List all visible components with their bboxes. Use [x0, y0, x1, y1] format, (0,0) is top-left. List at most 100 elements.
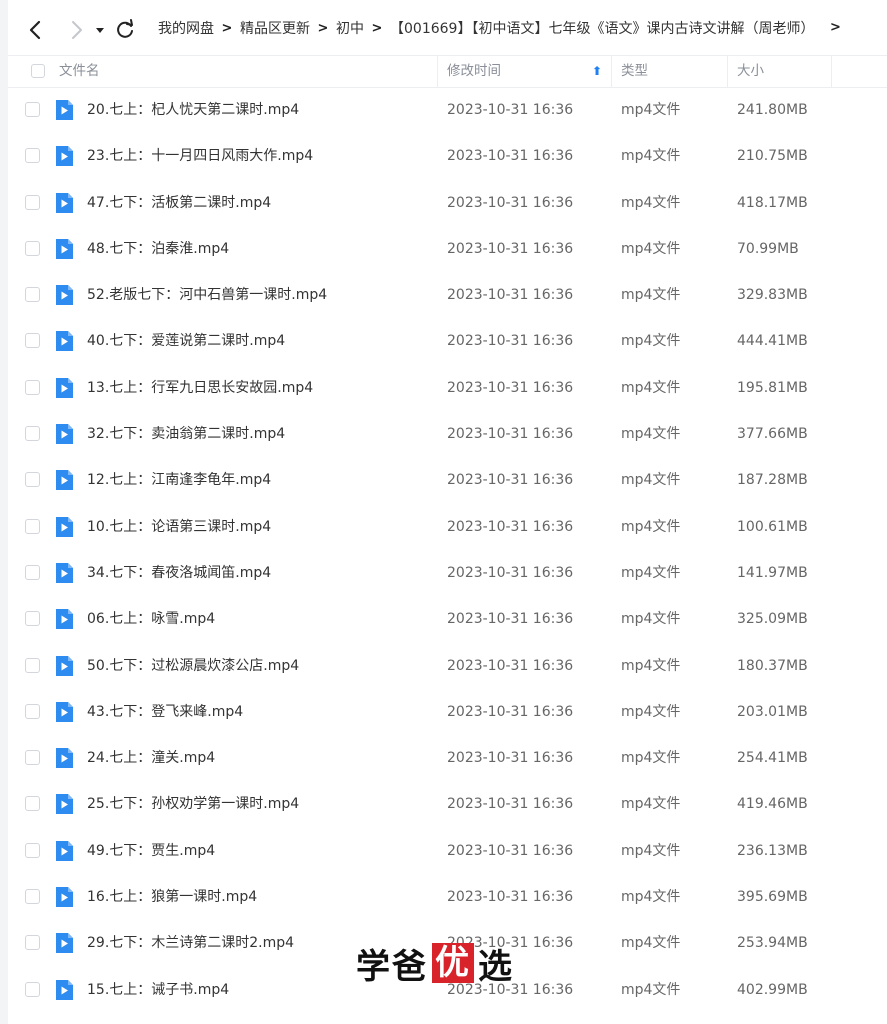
row-checkbox[interactable]	[25, 842, 40, 858]
video-file-icon	[56, 933, 73, 954]
file-row[interactable]: 25.七下：孙权劝学第一课时.mp4 2023-10-31 16:36 mp4文件 4…	[8, 781, 887, 827]
file-row[interactable]: 13.七上：行军九日思长安故园.mp4 2023-10-31 16:36 mp4文件…	[8, 365, 887, 411]
file-size: 254.41MB	[737, 750, 808, 767]
select-all-checkbox[interactable]	[31, 64, 45, 78]
file-name[interactable]: 29.七下：木兰诗第二课时2.mp4	[87, 920, 294, 966]
file-name[interactable]: 13.七上：行军九日思长安故园.mp4	[87, 365, 313, 411]
file-type: mp4文件	[621, 564, 681, 581]
row-checkbox[interactable]	[25, 148, 40, 164]
row-checkbox[interactable]	[25, 750, 40, 766]
file-name[interactable]: 43.七下：登飞来峰.mp4	[87, 689, 243, 735]
file-name[interactable]: 24.七上：潼关.mp4	[87, 735, 215, 781]
file-type: mp4文件	[621, 148, 681, 165]
file-type: mp4文件	[621, 703, 681, 720]
file-row[interactable]: 12.七上：江南逢李龟年.mp4 2023-10-31 16:36 mp4文件 187…	[8, 457, 887, 503]
file-name[interactable]: 20.七上：杞人忧天第二课时.mp4	[87, 87, 299, 133]
row-checkbox[interactable]	[25, 889, 40, 905]
row-checkbox[interactable]	[25, 240, 40, 256]
row-checkbox[interactable]	[25, 333, 40, 349]
file-type: mp4文件	[621, 796, 681, 813]
breadcrumb-item-current-folder[interactable]: 【001669】【初中语文】七年级《语文》课内古诗文讲解（周老师）	[390, 18, 814, 38]
breadcrumb-more-button[interactable]: >	[830, 20, 841, 35]
row-checkbox[interactable]	[25, 472, 40, 488]
history-dropdown-button[interactable]	[94, 22, 106, 38]
file-row[interactable]: 52.老版七下：河中石兽第一课时.mp4 2023-10-31 16:36 mp4文…	[8, 272, 887, 318]
file-type: mp4文件	[621, 426, 681, 443]
file-modified-time: 2023-10-31 16:36	[447, 472, 574, 489]
file-name[interactable]: 48.七下：泊秦淮.mp4	[87, 226, 229, 272]
file-row[interactable]: 16.七上：狼第一课时.mp4 2023-10-31 16:36 mp4文件 395.…	[8, 874, 887, 920]
video-file-icon	[56, 979, 73, 1000]
breadcrumb-item-featured[interactable]: 精品区更新	[240, 18, 310, 38]
row-checkbox[interactable]	[25, 611, 40, 627]
column-header-size[interactable]: 大小	[737, 56, 764, 87]
row-checkbox[interactable]	[25, 703, 40, 719]
row-checkbox[interactable]	[25, 379, 40, 395]
file-size: 444.41MB	[737, 333, 808, 350]
file-row[interactable]: 49.七下：贾生.mp4 2023-10-31 16:36 mp4文件 236.13M…	[8, 828, 887, 874]
row-checkbox[interactable]	[25, 935, 40, 951]
row-checkbox[interactable]	[25, 564, 40, 580]
video-file-icon	[56, 285, 73, 306]
file-row[interactable]: 24.七上：潼关.mp4 2023-10-31 16:36 mp4文件 254.41M…	[8, 735, 887, 781]
refresh-button[interactable]	[114, 18, 136, 40]
row-checkbox[interactable]	[25, 287, 40, 303]
back-button[interactable]	[24, 18, 48, 42]
column-header-name[interactable]: 文件名	[59, 56, 100, 87]
sort-ascending-icon[interactable]: ⬆	[592, 56, 602, 87]
video-file-icon	[56, 655, 73, 676]
video-file-icon	[56, 516, 73, 537]
file-name[interactable]: 47.七下：活板第二课时.mp4	[87, 180, 271, 226]
breadcrumb-separator: >	[221, 20, 233, 36]
file-name[interactable]: 15.七上：诫子书.mp4	[87, 967, 229, 1013]
file-size: 141.97MB	[737, 564, 808, 581]
file-name[interactable]: 50.七下：过松源晨炊漆公店.mp4	[87, 643, 299, 689]
file-modified-time: 2023-10-31 16:36	[447, 426, 574, 443]
file-row[interactable]: 47.七下：活板第二课时.mp4 2023-10-31 16:36 mp4文件 418…	[8, 180, 887, 226]
file-name[interactable]: 32.七下：卖油翁第二课时.mp4	[87, 411, 285, 457]
file-row[interactable]: 23.七上：十一月四日风雨大作.mp4 2023-10-31 16:36 mp4文件…	[8, 133, 887, 179]
file-name[interactable]: 40.七下：爱莲说第二课时.mp4	[87, 318, 285, 364]
file-row[interactable]: 43.七下：登飞来峰.mp4 2023-10-31 16:36 mp4文件 203.0…	[8, 689, 887, 735]
row-checkbox[interactable]	[25, 981, 40, 997]
column-header-type[interactable]: 类型	[621, 56, 648, 87]
watermark-logo: 学爸优选	[356, 942, 514, 987]
file-type: mp4文件	[621, 333, 681, 350]
navigation-bar: 我的网盘 > 精品区更新 > 初中 > 【001669】【初中语文】七年级《语文…	[8, 0, 887, 55]
file-name[interactable]: 49.七下：贾生.mp4	[87, 828, 215, 874]
file-name[interactable]: 23.七上：十一月四日风雨大作.mp4	[87, 133, 313, 179]
file-name[interactable]: 06.七上：咏雪.mp4	[87, 596, 215, 642]
file-row[interactable]: 06.七上：咏雪.mp4 2023-10-31 16:36 mp4文件 325.09M…	[8, 596, 887, 642]
file-name[interactable]: 25.七下：孙权劝学第一课时.mp4	[87, 781, 299, 827]
file-type: mp4文件	[621, 611, 681, 628]
file-type: mp4文件	[621, 518, 681, 535]
breadcrumb-item-my-drive[interactable]: 我的网盘	[158, 18, 214, 38]
row-checkbox[interactable]	[25, 102, 40, 117]
file-list-header: 文件名 修改时间 ⬆ 类型 大小	[8, 55, 887, 88]
file-row[interactable]: 10.七上：论语第三课时.mp4 2023-10-31 16:36 mp4文件 100…	[8, 504, 887, 550]
file-modified-time: 2023-10-31 16:36	[447, 102, 574, 118]
file-row[interactable]: 34.七下：春夜洛城闻笛.mp4 2023-10-31 16:36 mp4文件 141…	[8, 550, 887, 596]
file-name[interactable]: 10.七上：论语第三课时.mp4	[87, 504, 271, 550]
file-size: 377.66MB	[737, 426, 808, 443]
file-name[interactable]: 52.老版七下：河中石兽第一课时.mp4	[87, 272, 327, 318]
row-checkbox[interactable]	[25, 796, 40, 812]
column-header-modified[interactable]: 修改时间	[447, 56, 501, 87]
file-name[interactable]: 12.七上：江南逢李龟年.mp4	[87, 457, 271, 503]
caret-down-icon	[96, 28, 104, 33]
row-checkbox[interactable]	[25, 518, 40, 534]
file-row[interactable]: 48.七下：泊秦淮.mp4 2023-10-31 16:36 mp4文件 70.99M…	[8, 226, 887, 272]
file-row[interactable]: 32.七下：卖油翁第二课时.mp4 2023-10-31 16:36 mp4文件 37…	[8, 411, 887, 457]
file-row[interactable]: 40.七下：爱莲说第二课时.mp4 2023-10-31 16:36 mp4文件 44…	[8, 318, 887, 364]
row-checkbox[interactable]	[25, 426, 40, 442]
file-row[interactable]: 20.七上：杞人忧天第二课时.mp4 2023-10-31 16:36 mp4文件 2…	[8, 87, 887, 133]
file-name[interactable]: 16.七上：狼第一课时.mp4	[87, 874, 257, 920]
file-row[interactable]: 50.七下：过松源晨炊漆公店.mp4 2023-10-31 16:36 mp4文件 1…	[8, 643, 887, 689]
row-checkbox[interactable]	[25, 194, 40, 210]
file-name[interactable]: 34.七下：春夜洛城闻笛.mp4	[87, 550, 271, 596]
column-divider	[727, 56, 728, 87]
forward-button[interactable]	[64, 18, 88, 42]
video-file-icon	[56, 701, 73, 722]
breadcrumb-item-middle-school[interactable]: 初中	[336, 18, 364, 38]
row-checkbox[interactable]	[25, 657, 40, 673]
